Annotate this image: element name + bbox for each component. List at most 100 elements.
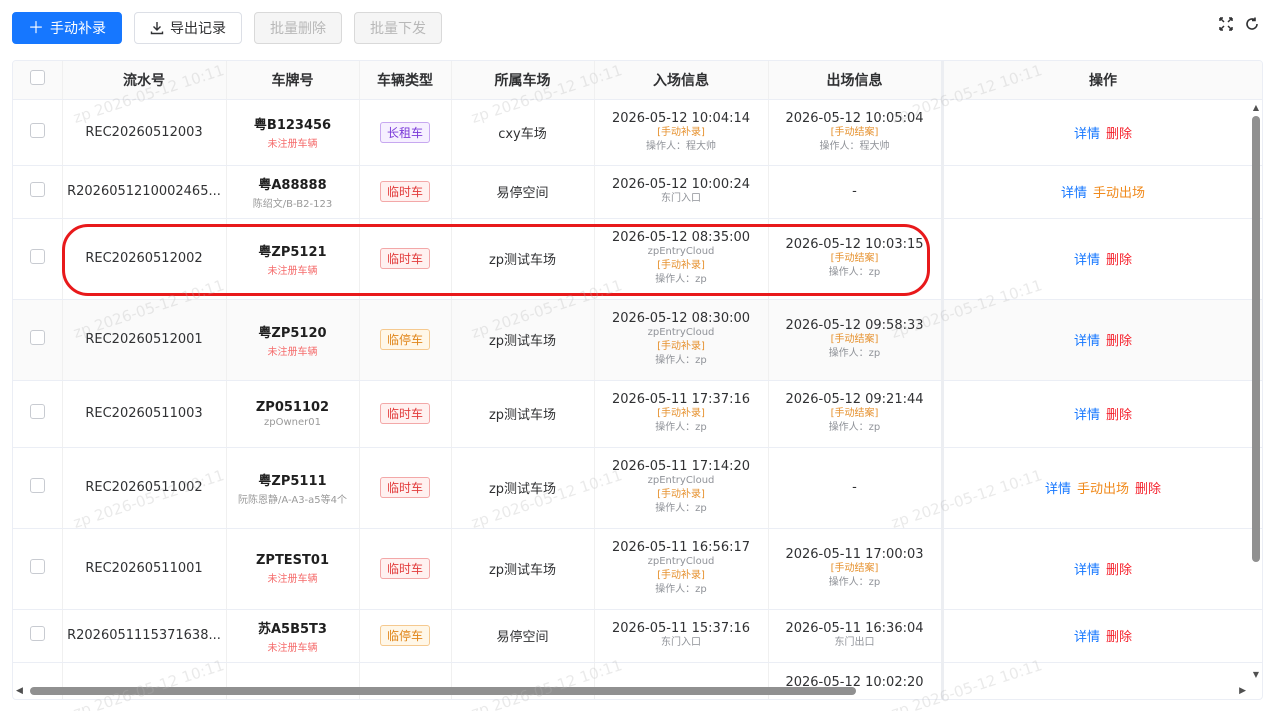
plate-cell: 苏A5B5T3 未注册车辆 <box>226 609 360 663</box>
row-select-cell[interactable] <box>13 165 63 219</box>
entry-cell: 2026-05-12 10:04:14 [手动补录] 操作人：程大帅 <box>594 99 769 166</box>
exit-detail: 操作人：zp <box>828 422 881 433</box>
exit-detail: [手动结案] <box>830 563 879 574</box>
row-checkbox[interactable] <box>29 122 45 138</box>
lot-cell: zp测试车场 <box>451 447 595 529</box>
vehicle-type-cell: 临时车 <box>359 447 452 529</box>
scroll-left-arrow[interactable]: ◀ <box>16 686 23 696</box>
entry-time: 2026-05-12 10:04:14 <box>611 110 751 126</box>
serial-cell: REC20260512001 <box>62 299 227 381</box>
action-link[interactable]: 详情 <box>1074 334 1100 349</box>
plate-cell: 粤ZP5121 未注册车辆 <box>226 218 360 300</box>
row-checkbox[interactable] <box>29 626 45 641</box>
exit-time: 2026-05-11 17:00:03 <box>785 547 924 562</box>
entry-detail: [手动补录] <box>657 260 705 271</box>
exit-detail: 东门出口 <box>834 637 875 648</box>
table-row: REC20260511002 粤ZP5111 阮陈恩静/A-A3-a5等4个 临… <box>13 447 1262 529</box>
plate-owner: zpOwner01 <box>264 416 321 428</box>
row-select-cell[interactable] <box>13 528 63 610</box>
action-link[interactable]: 手动出场 <box>1077 482 1129 497</box>
action-link[interactable]: 删除 <box>1106 408 1132 423</box>
plate-cell: 粤ZP5120 未注册车辆 <box>226 299 360 381</box>
action-link[interactable]: 删除 <box>1106 630 1132 645</box>
header-select-all[interactable] <box>13 61 63 100</box>
action-link[interactable]: 删除 <box>1106 253 1132 268</box>
plate-number: 粤A88888 <box>258 177 327 193</box>
action-link[interactable]: 详情 <box>1074 408 1100 423</box>
horizontal-scroll-thumb[interactable] <box>30 687 856 695</box>
lot-cell: zp测试车场 <box>451 299 595 381</box>
scroll-up-arrow[interactable]: ▲ <box>1252 104 1260 112</box>
entry-detail: [手动补录] <box>657 408 705 419</box>
refresh-icon[interactable] <box>1244 16 1260 32</box>
row-checkbox[interactable] <box>29 330 45 345</box>
exit-cell: 2026-05-11 17:00:03 [手动结案] 操作人：zp <box>768 528 944 610</box>
row-select-cell[interactable] <box>13 609 63 663</box>
row-checkbox[interactable] <box>29 182 45 197</box>
vertical-scroll-thumb[interactable] <box>1252 116 1260 562</box>
row-checkbox[interactable] <box>29 478 45 493</box>
horizontal-scrollbar[interactable]: ◀ ▶ <box>16 686 1246 696</box>
entry-detail: [手动补录] <box>657 489 705 500</box>
lot-cell: 易停空间 <box>451 165 595 219</box>
plate-cell: ZPTEST01 未注册车辆 <box>226 528 360 610</box>
vertical-scrollbar[interactable]: ▲ ▼ <box>1252 104 1260 679</box>
vehicle-type-tag: 临时车 <box>379 403 430 424</box>
exit-time: 2026-05-12 09:58:33 <box>785 318 924 333</box>
action-link[interactable]: 删除 <box>1106 127 1132 142</box>
row-checkbox[interactable] <box>29 404 45 419</box>
row-checkbox[interactable] <box>29 559 45 574</box>
export-label: 导出记录 <box>170 21 227 37</box>
table-row: REC20260511003 ZP051102 zpOwner01 临时车 zp… <box>13 380 1262 448</box>
exit-detail: [手动结案] <box>830 253 879 264</box>
batch-delete-button[interactable]: 批量删除 <box>254 12 343 44</box>
exit-cell: 2026-05-12 09:21:44 [手动结案] 操作人：zp <box>768 380 944 448</box>
vehicle-type-cell: 长租车 <box>359 99 452 166</box>
select-all-checkbox[interactable] <box>29 70 45 86</box>
action-link[interactable]: 详情 <box>1045 482 1071 497</box>
entry-cell: 2026-05-12 08:30:00 zpEntryCloud [手动补录] 操作人… <box>594 299 769 381</box>
action-link[interactable]: 删除 <box>1106 334 1132 349</box>
actions-cell: 详情 手动出场 <box>942 165 1262 219</box>
entry-cell: 2026-05-12 10:00:24 东门入口 <box>594 165 769 219</box>
action-link[interactable]: 详情 <box>1074 630 1100 645</box>
row-select-cell[interactable] <box>13 299 63 381</box>
scroll-down-arrow[interactable]: ▼ <box>1252 671 1260 679</box>
row-checkbox[interactable] <box>29 249 45 264</box>
toolbar: ＋ 手动补录 导出记录 批量删除 批量下发 <box>12 12 443 44</box>
row-select-cell[interactable] <box>13 380 63 448</box>
action-link[interactable]: 详情 <box>1074 127 1100 142</box>
exit-detail: [手动结案] <box>830 126 879 138</box>
vehicle-type-tag: 长租车 <box>379 121 430 143</box>
action-link[interactable]: 删除 <box>1106 563 1132 578</box>
action-link[interactable]: 详情 <box>1074 563 1100 578</box>
actions-cell: 详情 删除 <box>942 380 1262 448</box>
action-link[interactable]: 详情 <box>1061 186 1087 201</box>
scroll-right-arrow[interactable]: ▶ <box>1239 686 1246 696</box>
row-select-cell[interactable] <box>13 447 63 529</box>
entry-time: 2026-05-11 17:14:20 <box>611 459 751 474</box>
exit-time: 2026-05-12 10:03:15 <box>785 237 924 252</box>
plate-cell: 粤B123456 未注册车辆 <box>226 99 360 166</box>
fullscreen-icon[interactable] <box>1218 16 1234 32</box>
plate-number: ZPTEST01 <box>255 552 330 568</box>
entry-cell: 2026-05-11 16:56:17 zpEntryCloud [手动补录] 操作人… <box>594 528 769 610</box>
row-select-cell[interactable] <box>13 99 63 166</box>
plate-owner: 未注册车辆 <box>267 642 318 654</box>
plate-number: 粤ZP5121 <box>258 244 327 260</box>
batch-issue-button[interactable]: 批量下发 <box>354 12 443 44</box>
export-button[interactable]: 导出记录 <box>134 12 243 44</box>
header-vehicle-type: 车辆类型 <box>359 61 452 100</box>
vehicle-type-tag: 临停车 <box>379 625 430 646</box>
manual-add-button[interactable]: ＋ 手动补录 <box>12 12 123 44</box>
vehicle-type-cell: 临时车 <box>359 380 452 448</box>
entry-detail: 操作人：zp <box>655 503 707 514</box>
action-link[interactable]: 详情 <box>1074 253 1100 268</box>
action-link[interactable]: 删除 <box>1135 482 1161 497</box>
actions-cell: 详情 删除 <box>942 609 1262 663</box>
action-link[interactable]: 手动出场 <box>1093 186 1145 201</box>
row-select-cell[interactable] <box>13 218 63 300</box>
entry-cell: 2026-05-11 17:37:16 [手动补录] 操作人：zp <box>594 380 769 448</box>
vehicle-type-cell: 临时车 <box>359 528 452 610</box>
lot-cell: zp测试车场 <box>451 528 595 610</box>
